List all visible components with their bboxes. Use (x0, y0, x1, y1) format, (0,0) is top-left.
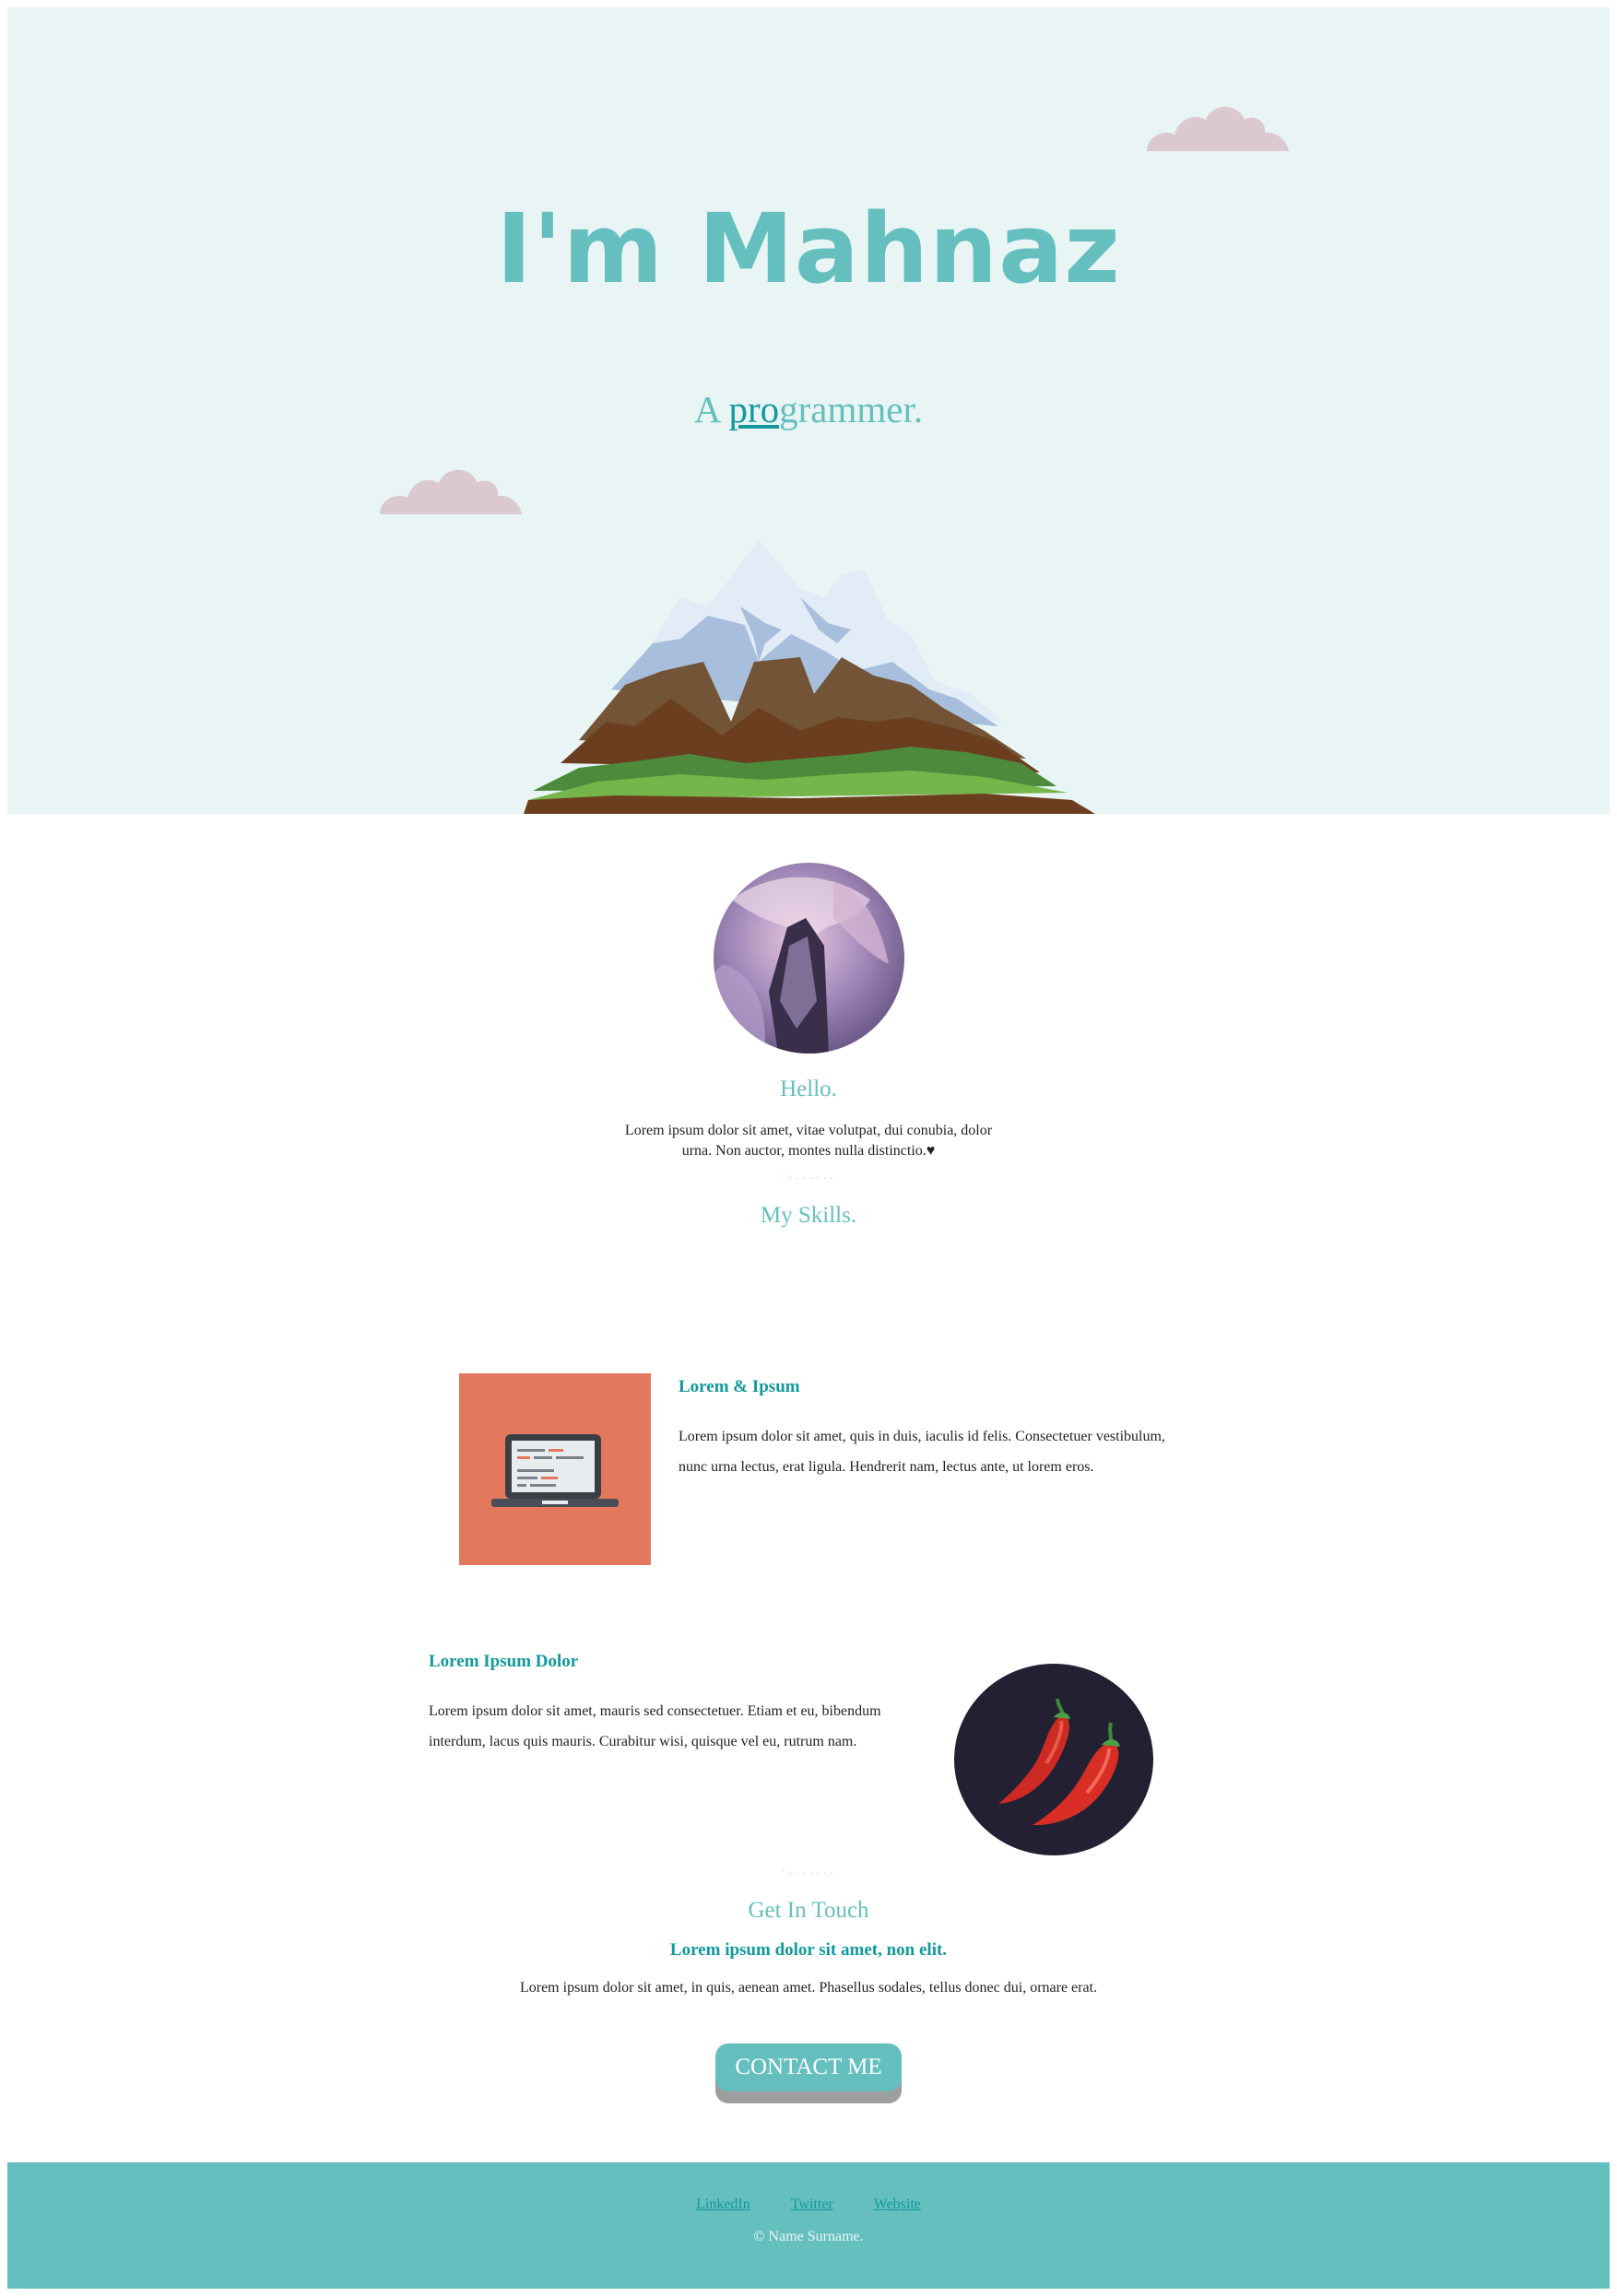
skill-text-2: Lorem ipsum dolor sit amet, mauris sed c… (429, 1703, 881, 1749)
about-text: Lorem ipsum dolor sit amet, vitae volutp… (624, 1123, 993, 1159)
skills-heading: My Skills. (760, 1203, 857, 1228)
hero-section: I'm Mahnaz A programmer. (7, 7, 1610, 814)
twitter-link[interactable]: Twitter (791, 2196, 833, 2212)
linkedin-link[interactable]: LinkedIn (696, 2196, 750, 2212)
skill-title-2: Lorem Ipsum Dolor (429, 1652, 579, 1671)
hero-subtitle: A programmer. (7, 387, 1610, 431)
footer: LinkedIn Twitter Website © Name Surname. (7, 2162, 1610, 2289)
subtitle-suffix: grammer. (779, 388, 924, 430)
contact-me-button[interactable]: CONTACT ME (715, 2043, 902, 2091)
pro-link[interactable]: pro (728, 388, 779, 430)
copyright: © Name Surname. (753, 2229, 864, 2244)
mountain-illustration (524, 540, 1095, 814)
page: I'm Mahnaz A programmer. Hello. Lorem ip… (7, 7, 1610, 2289)
cloud-icon (380, 469, 522, 514)
laptop-icon (491, 1434, 619, 1507)
divider: ·....... (781, 1172, 836, 1182)
profile-photo (714, 863, 904, 1054)
skill-text-1: Lorem ipsum dolor sit amet, quis in duis… (679, 1429, 1165, 1475)
contact-heading: Get In Touch (748, 1898, 869, 1923)
skill-image-chili (954, 1664, 1153, 1855)
avatar (714, 863, 904, 1054)
hero-title: I'm Mahnaz (496, 193, 1121, 305)
contact-subheading: Lorem ipsum dolor sit amet, non elit. (669, 1940, 948, 1960)
footer-links: LinkedIn Twitter Website (7, 2196, 1610, 2213)
cloud-icon (1147, 106, 1289, 151)
skill-image-laptop (459, 1373, 651, 1565)
website-link[interactable]: Website (874, 2196, 921, 2212)
subtitle-prefix: A (693, 388, 729, 430)
contact-text: Lorem ipsum dolor sit amet, in quis, aen… (519, 1980, 1098, 1996)
skill-title-1: Lorem & Ipsum (679, 1377, 800, 1396)
chili-pepper-icon (954, 1664, 1153, 1855)
about-heading: Hello. (780, 1077, 837, 1101)
divider: ·....... (781, 1867, 836, 1877)
